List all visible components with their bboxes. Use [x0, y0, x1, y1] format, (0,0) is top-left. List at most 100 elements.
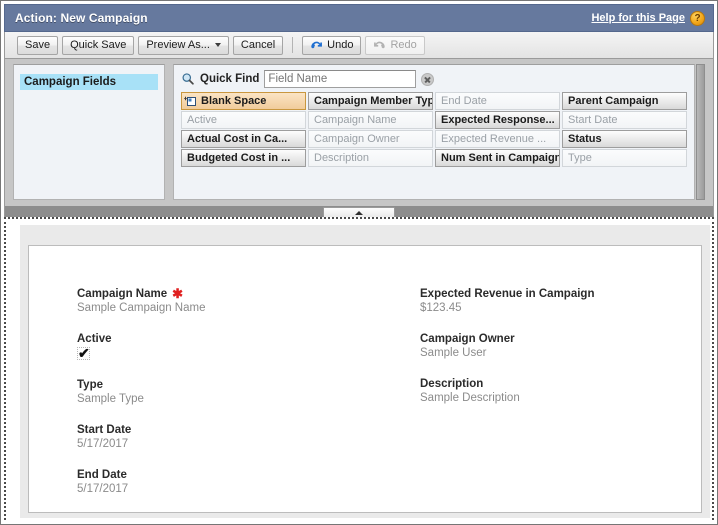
preview-field-label-text: Active: [77, 333, 112, 345]
preview-field-value: 5/17/2017: [77, 438, 129, 450]
field-list-panel: Quick Find Blank Space: [173, 64, 695, 200]
redo-icon: [373, 39, 386, 52]
preview-field-label: End Date: [77, 469, 348, 481]
field-item-campaign-name[interactable]: Campaign Name: [308, 111, 433, 129]
quick-find-clear-icon[interactable]: [421, 72, 435, 86]
preview-field-label-text: Campaign Name: [77, 288, 168, 300]
field-item-parent-campaign[interactable]: Parent Campaign: [562, 92, 687, 110]
preview-field-label-text: Type: [77, 379, 103, 391]
field-item-label: Active: [187, 114, 217, 126]
preview-field-label: Active: [77, 333, 348, 345]
preview-field-expected-revenue-in-campaign[interactable]: Expected Revenue in Campaign $123.45: [420, 288, 691, 314]
quick-save-button-label: Quick Save: [70, 38, 127, 51]
quick-find-row: Quick Find: [174, 65, 694, 88]
field-item-label: Type: [568, 152, 592, 164]
preview-field-label: Type: [77, 379, 348, 391]
preview-field-type[interactable]: Type Sample Type: [77, 379, 348, 405]
active-checkbox[interactable]: ✔: [77, 346, 90, 360]
preview-form: Campaign Name ✱ Sample Campaign Name Act…: [29, 246, 701, 512]
field-item-label: Campaign Member Type: [314, 95, 433, 107]
panel-splitter[interactable]: [4, 206, 714, 218]
field-item-num-sent-in-campaign[interactable]: Num Sent in Campaign: [435, 149, 560, 167]
preview-field-label-text: Description: [420, 378, 484, 390]
preview-field-label: Description: [420, 378, 691, 390]
preview-band: Campaign Name ✱ Sample Campaign Name Act…: [20, 225, 710, 518]
preview-field-label-text: End Date: [77, 469, 127, 481]
preview-field-active[interactable]: Active ✔: [77, 333, 348, 360]
field-item-budgeted-cost-in-campaign[interactable]: Budgeted Cost in ...: [181, 149, 306, 167]
help-area: Help for this Page ?: [591, 10, 705, 26]
preview-field-value: 5/17/2017: [77, 483, 129, 495]
preview-field-value: Sample Campaign Name: [77, 302, 206, 314]
redo-button[interactable]: Redo: [365, 35, 425, 55]
field-item-campaign-owner[interactable]: Campaign Owner: [308, 130, 433, 148]
preview-field-label: Expected Revenue in Campaign: [420, 288, 691, 300]
quick-find-label: Quick Find: [200, 73, 260, 85]
cancel-button-label: Cancel: [240, 38, 276, 51]
category-item-label: Campaign Fields: [24, 76, 117, 88]
preview-field-label: Campaign Name ✱: [77, 286, 348, 301]
cancel-button[interactable]: Cancel: [232, 35, 284, 55]
field-item-blank-space[interactable]: Blank Space: [181, 92, 306, 110]
search-icon: [181, 72, 195, 86]
preview-field-label-text: Campaign Owner: [420, 333, 515, 345]
preview-record-card: Campaign Name ✱ Sample Campaign Name Act…: [28, 245, 702, 513]
preview-field-campaign-name[interactable]: Campaign Name ✱ Sample Campaign Name: [77, 286, 348, 314]
preview-field-description[interactable]: Description Sample Description: [420, 378, 691, 404]
field-item-type[interactable]: Type: [562, 149, 687, 167]
preview-field-label: Campaign Owner: [420, 333, 691, 345]
undo-button-label: Undo: [327, 38, 354, 51]
page-title: Action: New Campaign: [15, 11, 148, 25]
field-item-label: Actual Cost in Ca...: [187, 133, 288, 145]
field-item-label: End Date: [441, 95, 487, 107]
field-item-description[interactable]: Description: [308, 149, 433, 167]
required-asterisk-icon: ✱: [172, 286, 184, 301]
field-item-start-date[interactable]: Start Date: [562, 111, 687, 129]
quick-save-button[interactable]: Quick Save: [62, 35, 135, 55]
collapse-up-icon: [355, 210, 363, 215]
preview-as-button[interactable]: Preview As...: [138, 35, 229, 55]
field-item-expected-revenue[interactable]: Expected Revenue ...: [435, 130, 560, 148]
preview-field-campaign-owner[interactable]: Campaign Owner Sample User: [420, 333, 691, 359]
preview-column-right: Expected Revenue in Campaign $123.45 Cam…: [358, 246, 701, 512]
field-category-panel: Campaign Fields: [13, 64, 165, 200]
field-item-label: Blank Space: [201, 95, 267, 107]
quick-find-input[interactable]: [264, 70, 417, 88]
undo-icon: [310, 39, 323, 52]
category-item-campaign-fields[interactable]: Campaign Fields: [20, 74, 158, 90]
chevron-down-icon: [214, 43, 221, 47]
blank-space-icon: [184, 96, 198, 107]
field-item-active[interactable]: Active: [181, 111, 306, 129]
field-item-status[interactable]: Status: [562, 130, 687, 148]
field-item-actual-cost-in-campaign[interactable]: Actual Cost in Ca...: [181, 130, 306, 148]
field-item-label: Parent Campaign: [568, 95, 659, 107]
field-item-label: Expected Response...: [441, 114, 555, 126]
preview-field-label: Start Date: [77, 424, 348, 436]
preview-field-end-date[interactable]: End Date 5/17/2017: [77, 469, 348, 495]
preview-field-value: Sample Type: [77, 393, 144, 405]
field-item-label: Budgeted Cost in ...: [187, 152, 291, 164]
save-button[interactable]: Save: [17, 35, 59, 55]
editor-toolbar: Save Quick Save Preview As... Cancel Und…: [4, 32, 714, 59]
field-item-end-date[interactable]: End Date: [435, 92, 560, 110]
undo-button[interactable]: Undo: [302, 35, 362, 55]
help-question-icon[interactable]: ?: [690, 10, 705, 26]
preview-field-start-date[interactable]: Start Date 5/17/2017: [77, 424, 348, 450]
window-titlebar: Action: New Campaign Help for this Page …: [4, 4, 714, 32]
field-item-label: Campaign Owner: [314, 133, 400, 145]
field-palette-region: Campaign Fields Quick Find Field Name Bl…: [4, 59, 714, 206]
help-for-this-page-link[interactable]: Help for this Page: [591, 12, 685, 24]
preview-field-value: Sample User: [420, 347, 487, 359]
toolbar-divider: [292, 37, 294, 53]
field-item-label: Description: [314, 152, 370, 164]
field-item-label: Num Sent in Campaign: [441, 152, 560, 164]
field-item-campaign-member-type[interactable]: Campaign Member Type: [308, 92, 433, 110]
preview-field-value: $123.45: [420, 302, 462, 314]
preview-as-button-label: Preview As...: [146, 38, 210, 51]
field-item-expected-response[interactable]: Expected Response...: [435, 111, 560, 129]
field-grid: Blank Space Campaign Member Type End Dat…: [181, 92, 687, 168]
redo-button-label: Redo: [390, 38, 417, 51]
palette-scrollbar[interactable]: [696, 64, 705, 200]
page-builder-window: Action: New Campaign Help for this Page …: [0, 0, 718, 525]
preview-field-label-text: Start Date: [77, 424, 132, 436]
